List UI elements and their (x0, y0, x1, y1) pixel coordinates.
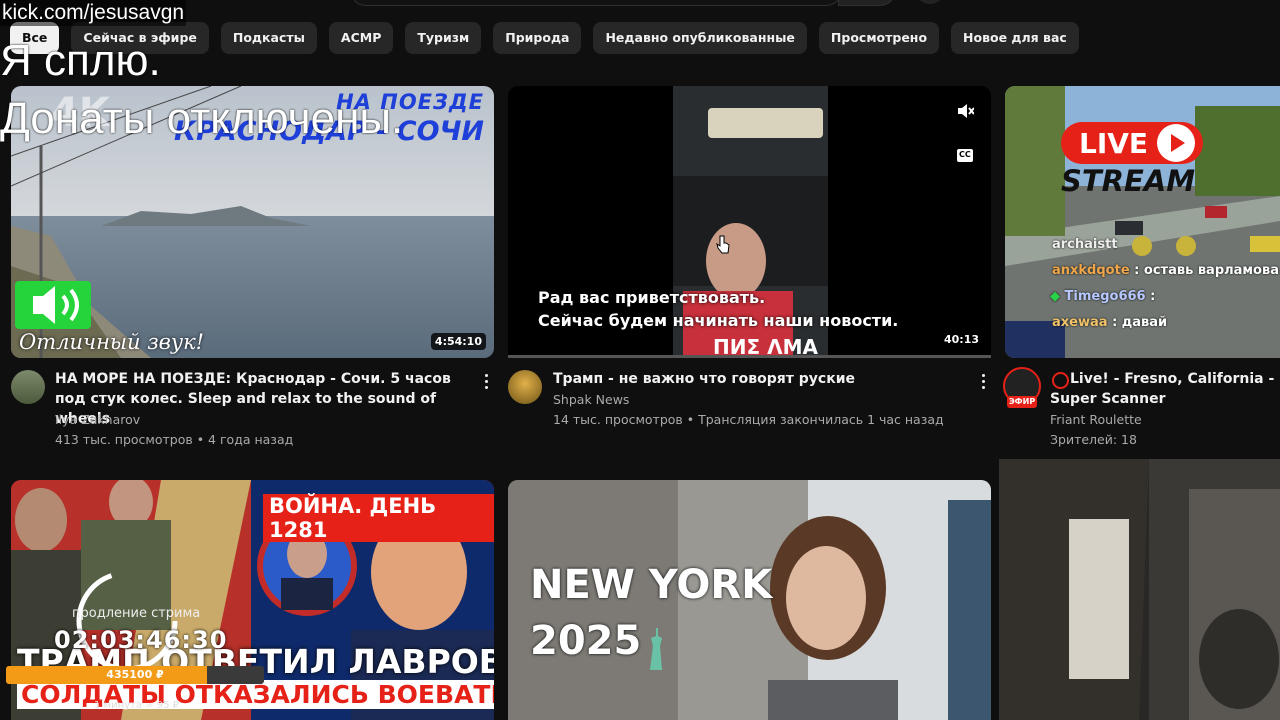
timer-ring-icon (72, 566, 182, 676)
more-options-icon[interactable] (982, 374, 986, 390)
progress-bar[interactable] (508, 355, 991, 358)
chat-line: axewaa : давай (1052, 315, 1168, 330)
channel-avatar[interactable] (508, 370, 542, 404)
live-avatar-label: ЭФИР (1007, 396, 1037, 408)
chip-nature[interactable]: Природа (493, 22, 582, 54)
video-title[interactable]: Live! - Fresno, California - Super Scann… (1050, 369, 1280, 409)
stream-word: STREAM (1061, 164, 1196, 198)
duration-badge: 40:13 (943, 333, 979, 346)
timer-label: продление стрима (72, 606, 201, 621)
chip-recent[interactable]: Недавно опубликованные (593, 22, 807, 54)
chat-line: anxkdqote : оставь варламова (1052, 263, 1279, 278)
chip-watched[interactable]: Просмотрено (818, 22, 940, 54)
channel-name[interactable]: Friant Roulette (1050, 412, 1142, 427)
webcam-image (999, 459, 1280, 720)
voice-search-button[interactable] (916, 0, 944, 4)
chat-line: archaistt (1052, 237, 1118, 252)
channel-name[interactable]: Shpak News (553, 392, 629, 407)
search-button[interactable] (838, 0, 896, 6)
year-title: 2025 (530, 618, 642, 664)
donations-status-text: Донаты отключены. (0, 94, 404, 143)
donation-progress-bar: 435100 ₽ (6, 666, 264, 684)
stream-status-text: Я сплю. (0, 36, 161, 85)
donation-amount: 435100 ₽ (106, 668, 164, 681)
video-thumbnail-newyork[interactable]: NEW YORK 2025 (508, 480, 991, 720)
top-bar (0, 0, 1280, 8)
video-stats: 14 тыс. просмотров • Трансляция закончил… (553, 412, 944, 427)
channel-name[interactable]: Ilya Zakharov (55, 412, 140, 427)
mute-icon[interactable] (956, 102, 975, 120)
duration-badge: 4:54:10 (430, 333, 486, 350)
search-input[interactable] (350, 0, 842, 6)
video-title[interactable]: Трамп - не важно что говорят руские (553, 369, 973, 389)
channel-avatar[interactable] (11, 370, 45, 404)
video-stats: 413 тыс. просмотров • 4 года назад (55, 432, 294, 447)
badge-icon: ◆ (1050, 289, 1065, 304)
live-badge: LIVE (1061, 122, 1203, 164)
chip-podcasts[interactable]: Подкасты (220, 22, 317, 54)
statue-of-liberty-icon (644, 626, 670, 670)
subline: СОЛДАТЫ ОТКАЗАЛИСЬ ВОЕВАТЬ (17, 680, 494, 709)
captions-icon[interactable]: CC (957, 149, 973, 162)
banner-day: ВОЙНА. ДЕНЬ 1281 (263, 494, 494, 542)
live-word: LIVE (1079, 127, 1149, 160)
subtitle-line-1: Рад вас приветствовать. (538, 288, 766, 307)
thumb-caption: Отличный звук! (19, 330, 205, 354)
cursor-hand-icon (716, 234, 730, 254)
donation-rate: 1 минута = 95 ₽ (94, 700, 179, 711)
play-icon (1157, 124, 1195, 162)
filter-chips: Все Сейчас в эфире Подкасты АСМР Туризм … (10, 22, 1079, 54)
chip-asmr[interactable]: АСМР (328, 22, 394, 54)
stream-url: kick.com/jesusavgn (0, 0, 187, 26)
viewer-count: Зрителей: 18 (1050, 432, 1137, 447)
chat-line: ◆ Timego666 : (1050, 289, 1156, 304)
emote-icon (1132, 236, 1152, 256)
emote-icon (1176, 236, 1196, 256)
subtitle-line-2: Сейчас будем начинать наши новости. (538, 311, 899, 330)
chip-tourism[interactable]: Туризм (405, 22, 482, 54)
chip-new-for-you[interactable]: Новое для вас (951, 22, 1079, 54)
stream-timer: 02:03:46:30 (54, 626, 228, 654)
more-options-icon[interactable] (485, 374, 489, 390)
city-title: NEW YORK (530, 562, 773, 608)
webcam-overlay (999, 459, 1280, 720)
video-thumbnail-preview[interactable]: ΠИΣ ΛΜΑ CC Рад вас приветствовать. Сейча… (508, 86, 991, 358)
